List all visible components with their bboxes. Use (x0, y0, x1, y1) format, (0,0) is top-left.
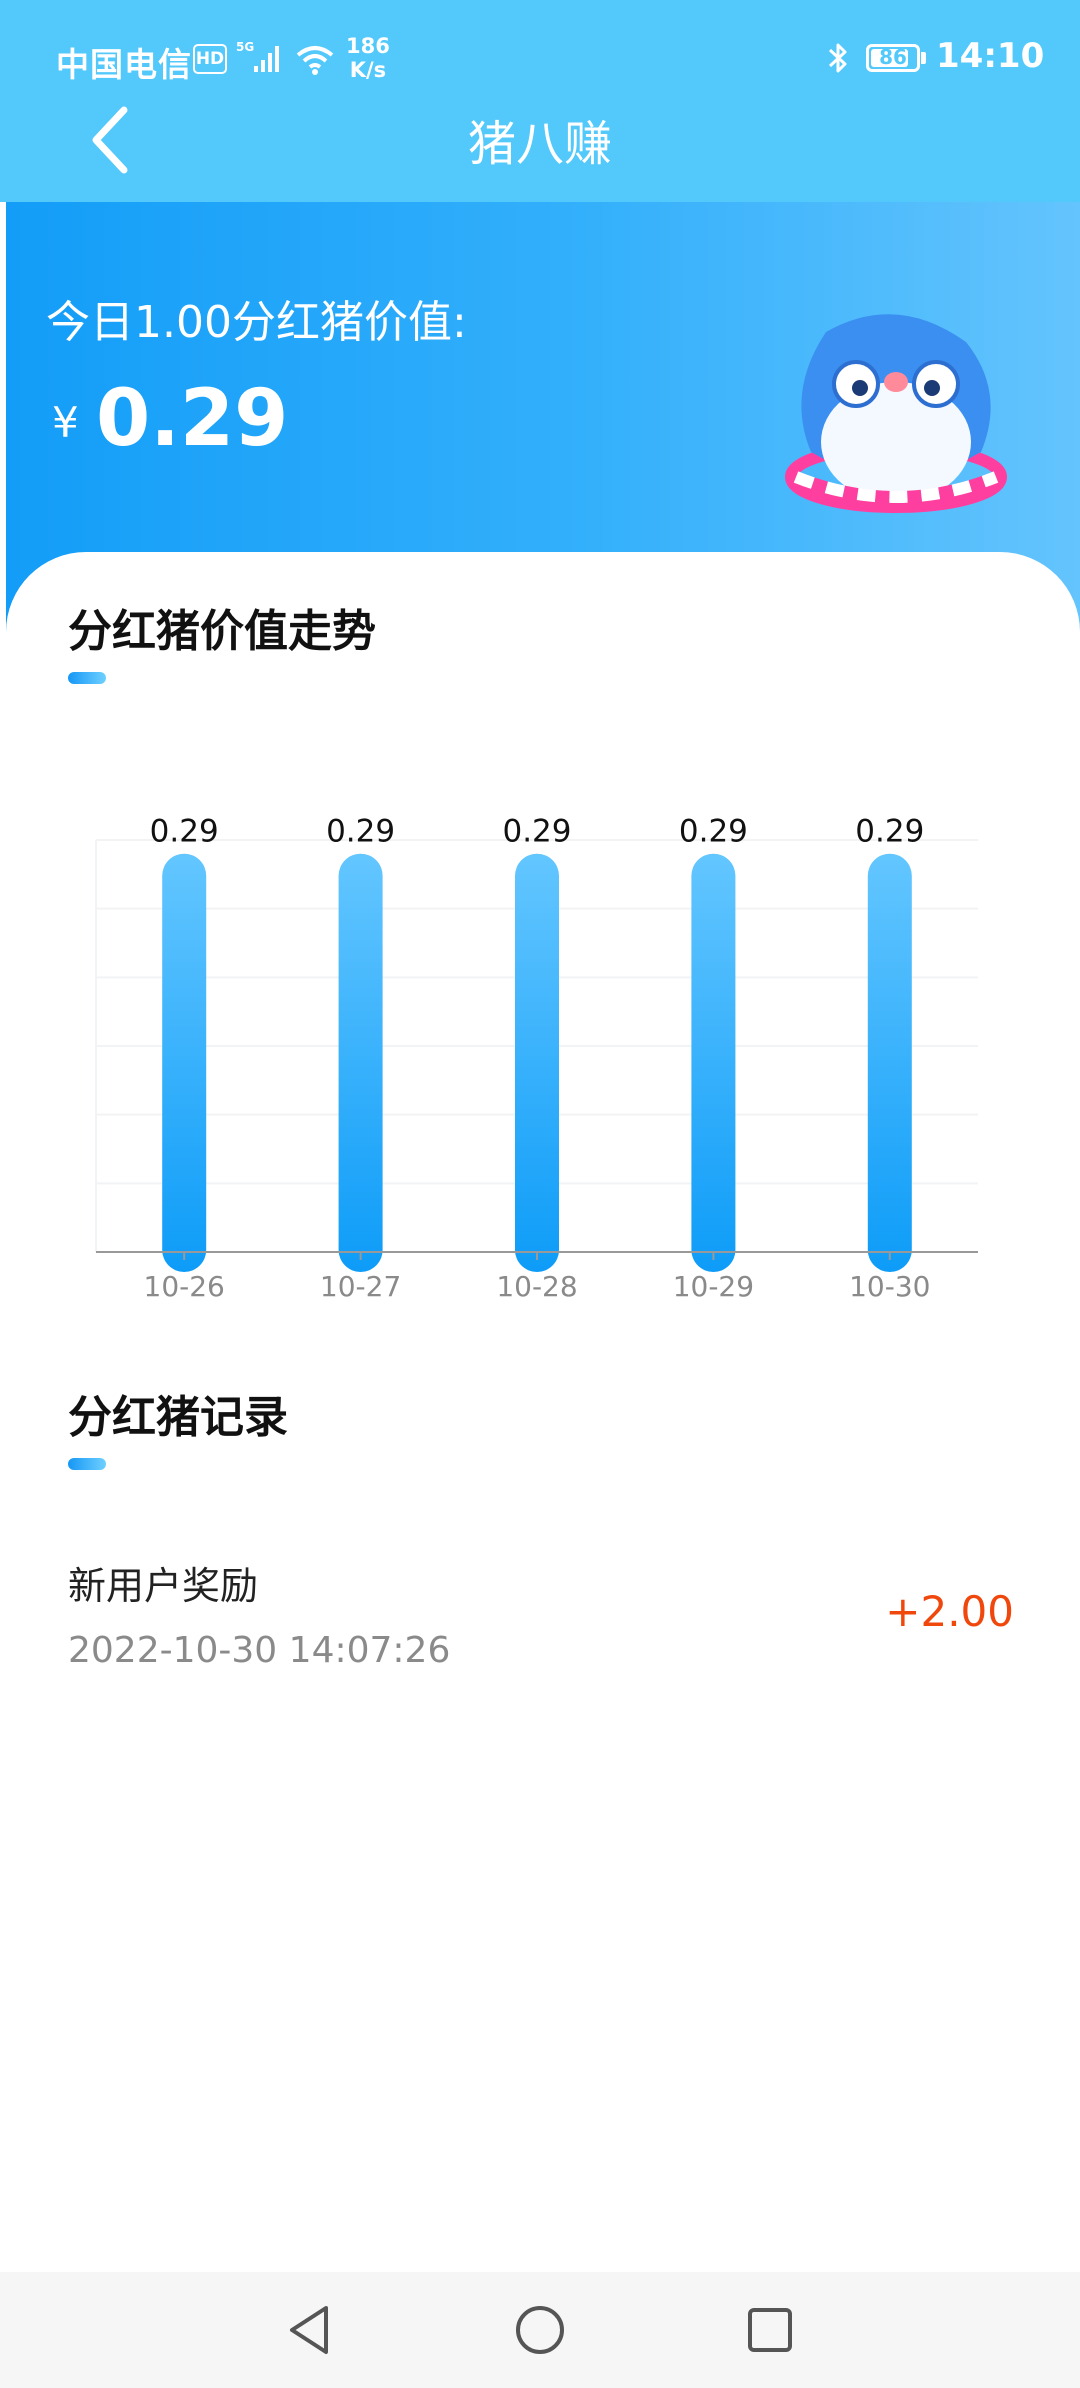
battery-icon: 86 (866, 44, 920, 72)
triangle-back-icon[interactable] (282, 2302, 338, 2358)
currency-symbol: ¥ (52, 398, 79, 447)
record-amount: +2.00 (885, 1587, 1014, 1636)
value-trend-chart: 0.29 10-26 0.29 10-27 0.29 10-28 0.29 10-29 0.29… (95, 814, 978, 1303)
square-recent-icon[interactable] (742, 2302, 798, 2358)
page-title: 猪八赚 (467, 116, 612, 172)
chart-bar (691, 853, 736, 1272)
top-header: 中国电信 HD 5G 186 K/s 86 14:10 猪八赚 (0, 0, 1080, 202)
carrier-label: 中国电信 (56, 45, 192, 84)
status-time: 14:10 (936, 36, 1045, 76)
chart-data-label: 0.29 (855, 814, 924, 850)
chart-axis (96, 1251, 978, 1260)
hd-badge: HD (193, 44, 227, 74)
chart-bar (338, 853, 383, 1272)
circle-home-icon[interactable] (512, 2302, 568, 2358)
chart-tick-label: 10-27 (320, 1270, 401, 1303)
chart-bars (162, 853, 912, 1272)
bird-mascot-icon (785, 314, 1007, 513)
banner-label: 今日1.00分红猪价值: (46, 297, 467, 348)
record-time: 2022-10-30 14:07:26 (68, 1630, 451, 1671)
chart-data-label: 0.29 (502, 814, 571, 850)
chart-bar (867, 853, 912, 1272)
status-bar: 中国电信 HD 5G 186 K/s 86 14:10 (0, 0, 1080, 110)
record-title: 新用户奖励 (68, 1564, 259, 1608)
chart-tick-label: 10-28 (496, 1270, 577, 1303)
wifi-icon (296, 46, 334, 75)
chart-data-label: 0.29 (150, 814, 219, 850)
battery-tip (921, 52, 926, 64)
system-nav-bar (0, 2272, 1080, 2388)
trend-title: 分红猪价值走势 (68, 606, 376, 657)
pig-value: 0.29 (96, 374, 289, 464)
chart-data-label: 0.29 (679, 814, 748, 850)
chart-tick-label: 10-29 (673, 1270, 754, 1303)
bluetooth-icon (828, 43, 847, 73)
speed-value: 186 (346, 34, 390, 58)
chart-tick-label: 10-30 (849, 1270, 930, 1303)
battery-level: 86 (879, 45, 907, 69)
chart-data-label: 0.29 (326, 814, 395, 850)
trend-title-accent (68, 672, 106, 684)
speed-unit: K/s (349, 58, 387, 82)
network-speed: 186 K/s (346, 34, 390, 82)
chart-bar (515, 853, 559, 1272)
network-type-label: 5G (236, 40, 254, 54)
signal-icon: 5G (236, 40, 279, 72)
records-title: 分红猪记录 (68, 1392, 288, 1443)
chart-bar (162, 853, 207, 1272)
chart-tick-label: 10-26 (144, 1270, 225, 1303)
records-title-accent (68, 1458, 106, 1470)
